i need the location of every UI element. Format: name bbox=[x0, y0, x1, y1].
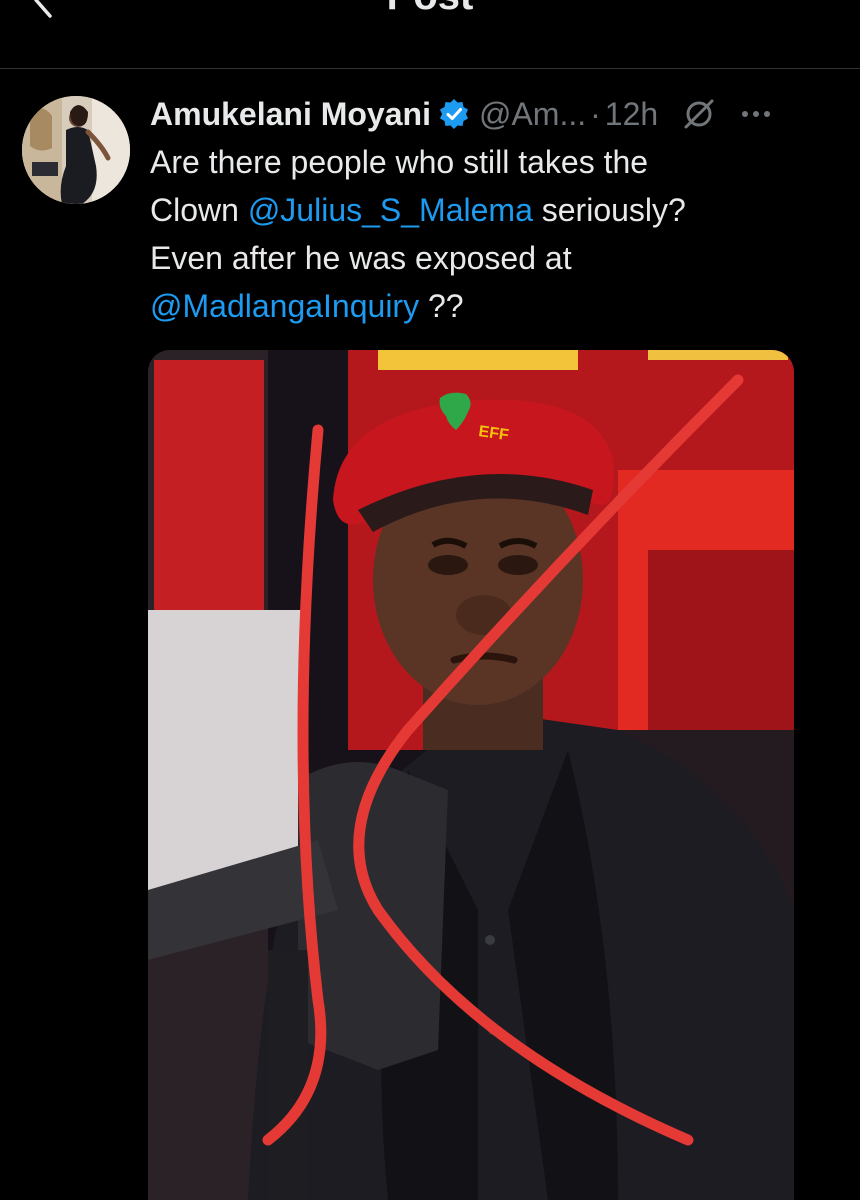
tweet-text-segment: seriously? bbox=[532, 192, 686, 228]
tweet-text-line: Even after he was exposed at bbox=[150, 240, 572, 276]
handle[interactable]: @Am... bbox=[479, 96, 586, 133]
tweet-text-segment: Clown bbox=[150, 192, 248, 228]
mention-link-julius[interactable]: @Julius_S_Malema bbox=[248, 192, 533, 228]
tweet-header: Amukelani Moyani @Am... · 12h bbox=[150, 92, 850, 136]
grok-icon[interactable] bbox=[682, 97, 716, 131]
tweet-media-image[interactable]: EFF bbox=[148, 350, 794, 1200]
header-divider bbox=[0, 68, 860, 69]
display-name[interactable]: Amukelani Moyani bbox=[150, 96, 431, 133]
tweet-text-line: Are there people who still takes the bbox=[150, 144, 649, 180]
separator-dot: · bbox=[590, 95, 601, 132]
tweet-text: Are there people who still takes the Clo… bbox=[150, 138, 830, 330]
more-icon[interactable] bbox=[738, 97, 774, 131]
tweet-text-line: Clown @Julius_S_Malema seriously? bbox=[150, 186, 830, 234]
tweet-text-segment: ?? bbox=[419, 288, 464, 324]
timestamp[interactable]: 12h bbox=[605, 96, 658, 133]
avatar[interactable] bbox=[22, 96, 130, 204]
tweet-text-line: @MadlangaInquiry ?? bbox=[150, 282, 830, 330]
top-bar: Post bbox=[0, 0, 860, 68]
mention-link-madlanga[interactable]: @MadlangaInquiry bbox=[150, 288, 419, 324]
page-title: Post bbox=[0, 0, 860, 19]
verified-badge-icon bbox=[439, 99, 468, 129]
